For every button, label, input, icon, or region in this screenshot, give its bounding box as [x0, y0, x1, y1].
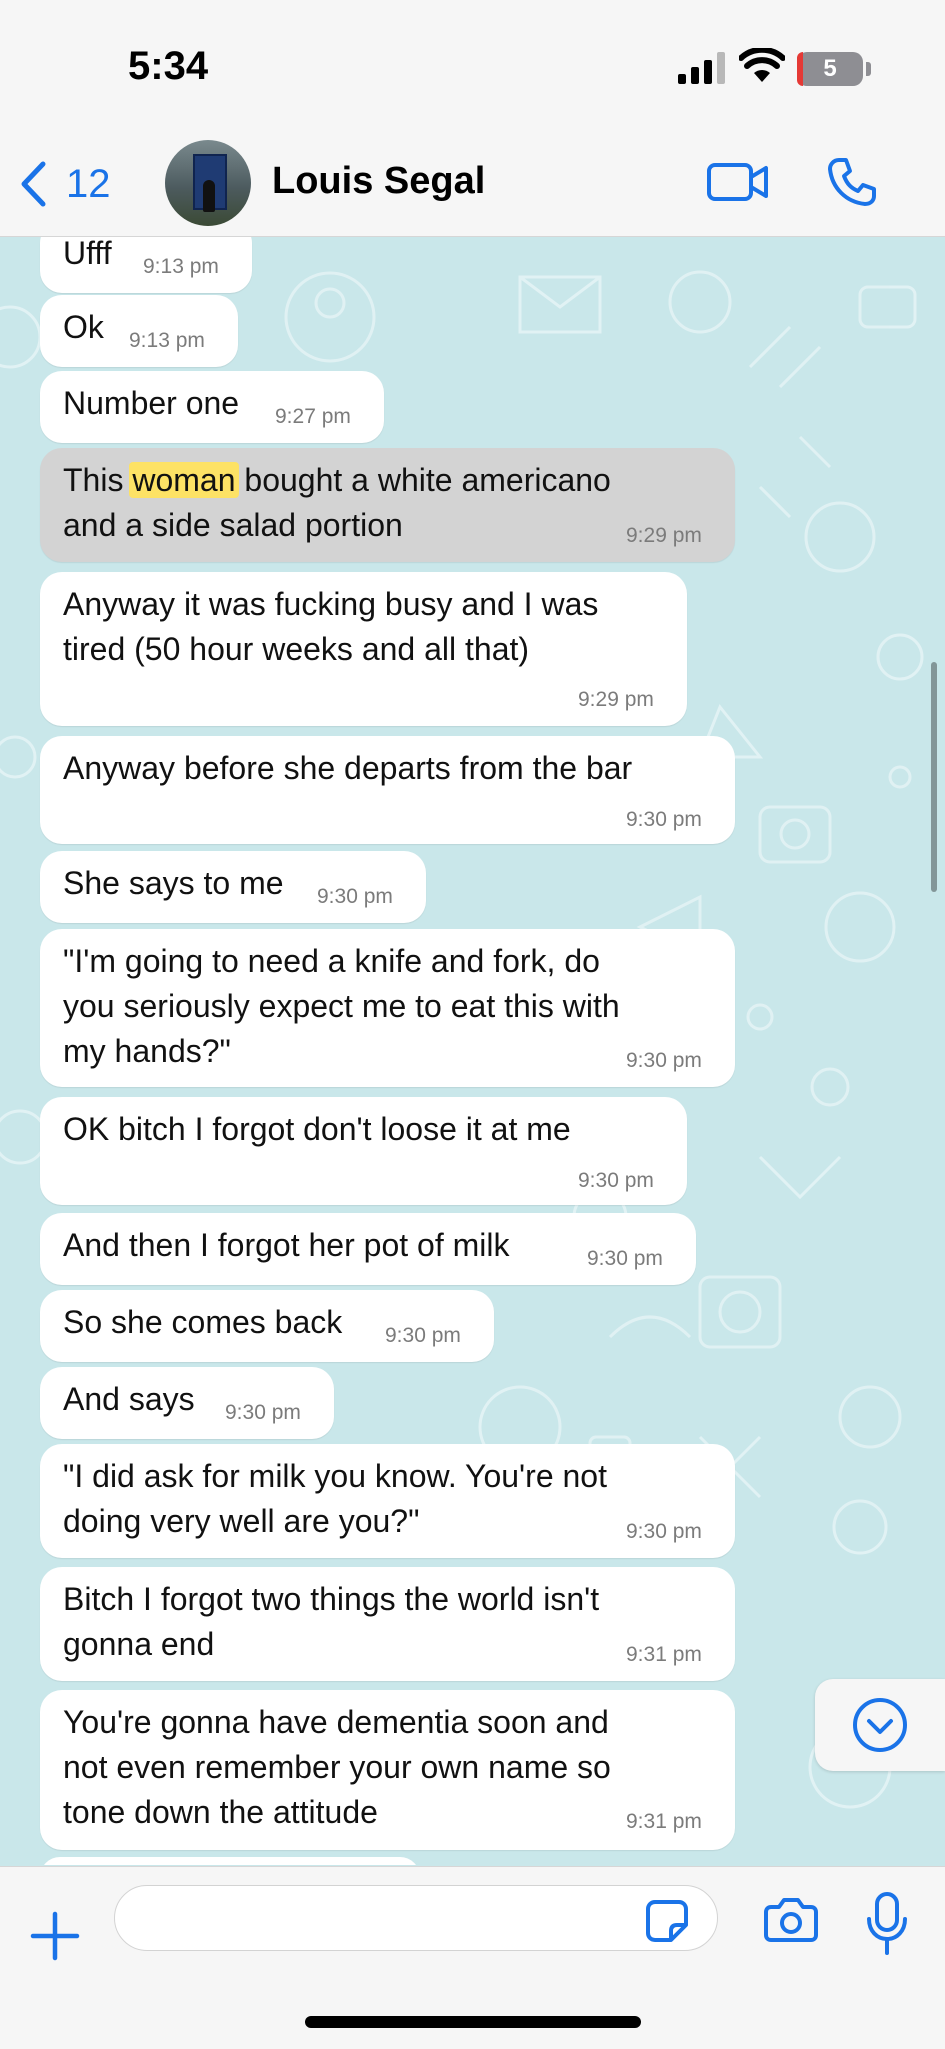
camera-icon[interactable]: [763, 1897, 819, 1943]
message-time: 9:31 pm: [626, 1643, 702, 1666]
message-text: This woman bought a white americano and …: [63, 458, 611, 548]
chevron-left-icon: [21, 161, 46, 207]
message-bubble[interactable]: Number one 9:27 pm: [40, 371, 384, 443]
message-bubble[interactable]: Anyway it was fucking busy and I was tir…: [40, 572, 687, 726]
search-highlight: woman: [129, 462, 239, 498]
back-button[interactable]: 12: [18, 154, 111, 214]
unread-count: 12: [66, 161, 111, 206]
message-text: Anyway before she departs from the bar: [63, 750, 633, 786]
microphone-icon[interactable]: [864, 1891, 910, 1957]
wifi-icon: [739, 48, 785, 82]
avatar-photo-person: [203, 180, 215, 212]
message-time: 9:30 pm: [225, 1401, 301, 1424]
message-text-part: bought a white americano: [235, 462, 611, 498]
message-time: 9:30 pm: [626, 1520, 702, 1543]
chevron-down-circle-icon: [853, 1698, 907, 1752]
cellular-signal-icon: [678, 52, 725, 84]
message-time: 9:29 pm: [578, 688, 654, 711]
message-bubble[interactable]: Anyway before she departs from the bar 9…: [40, 736, 735, 844]
message-bubble[interactable]: So she comes back 9:30 pm: [40, 1290, 494, 1362]
message-bubble[interactable]: "I'm going to need a knife and fork, do …: [40, 929, 735, 1087]
message-time: 9:31 pm: [626, 1810, 702, 1833]
message-time: 9:30 pm: [626, 808, 702, 831]
contact-name[interactable]: Louis Segal: [272, 160, 485, 203]
plus-icon[interactable]: [30, 1911, 80, 1961]
message-time: 9:30 pm: [626, 1049, 702, 1072]
message-bubble[interactable]: You're gonna have dementia soon and not …: [40, 1690, 735, 1850]
message-time: 9:30 pm: [317, 885, 393, 908]
message-text: Number one: [63, 385, 240, 421]
message-bubble[interactable]: Ufff 9:13 pm: [40, 237, 252, 293]
phone-icon[interactable]: [826, 156, 878, 208]
message-bubble[interactable]: And then I forgot her pot of milk 9:30 p…: [40, 1213, 696, 1285]
message-text: Ufff: [63, 237, 112, 271]
battery-indicator: 5: [797, 52, 863, 86]
message-text-part: and a side salad portion: [63, 507, 403, 543]
sticker-icon[interactable]: [645, 1899, 689, 1943]
message-text: You're gonna have dementia soon and not …: [63, 1704, 611, 1830]
message-time: 9:30 pm: [385, 1324, 461, 1347]
chat-header: 12 Louis Segal: [0, 130, 945, 237]
message-bubble-partial[interactable]: [40, 1857, 420, 1865]
message-time: 9:13 pm: [129, 329, 205, 352]
message-time: 9:30 pm: [578, 1169, 654, 1192]
message-bubble[interactable]: Bitch I forgot two things the world isn'…: [40, 1567, 735, 1681]
message-text: Ok: [63, 309, 104, 345]
chat-area[interactable]: Ufff 9:13 pm Ok 9:13 pm Number one 9:27 …: [0, 237, 945, 1865]
status-time: 5:34: [128, 44, 209, 88]
message-bubble[interactable]: Ok 9:13 pm: [40, 295, 238, 367]
message-text: And then I forgot her pot of milk: [63, 1227, 510, 1263]
message-text: She says to me: [63, 865, 284, 901]
message-time: 9:29 pm: [626, 524, 702, 547]
message-text: Anyway it was fucking busy and I was tir…: [63, 586, 599, 667]
message-time: 9:13 pm: [143, 255, 219, 278]
message-bubble[interactable]: She says to me 9:30 pm: [40, 851, 426, 923]
message-text: So she comes back: [63, 1304, 343, 1340]
contact-avatar[interactable]: [165, 140, 251, 226]
message-text: "I did ask for milk you know. You're not…: [63, 1458, 607, 1539]
message-time: 9:30 pm: [587, 1247, 663, 1270]
home-indicator[interactable]: [305, 2016, 641, 2028]
status-bar: 5:34 5: [0, 0, 945, 130]
chat-scrollbar[interactable]: [931, 662, 937, 892]
message-input[interactable]: [114, 1885, 718, 1951]
message-bubble[interactable]: "I did ask for milk you know. You're not…: [40, 1444, 735, 1558]
message-text-part: This: [63, 462, 133, 498]
message-bubble-highlighted[interactable]: This woman bought a white americano and …: [40, 448, 735, 562]
message-time: 9:27 pm: [275, 405, 351, 428]
message-bubble[interactable]: And says 9:30 pm: [40, 1367, 334, 1439]
message-text: And says: [63, 1381, 195, 1417]
message-text: Bitch I forgot two things the world isn'…: [63, 1581, 600, 1662]
battery-tip: [866, 62, 871, 76]
scroll-to-bottom-button[interactable]: [815, 1679, 945, 1771]
message-text: OK bitch I forgot don't loose it at me: [63, 1111, 571, 1147]
message-bubble[interactable]: OK bitch I forgot don't loose it at me 9…: [40, 1097, 687, 1205]
video-camera-icon[interactable]: [706, 160, 770, 204]
message-text: "I'm going to need a knife and fork, do …: [63, 943, 620, 1069]
